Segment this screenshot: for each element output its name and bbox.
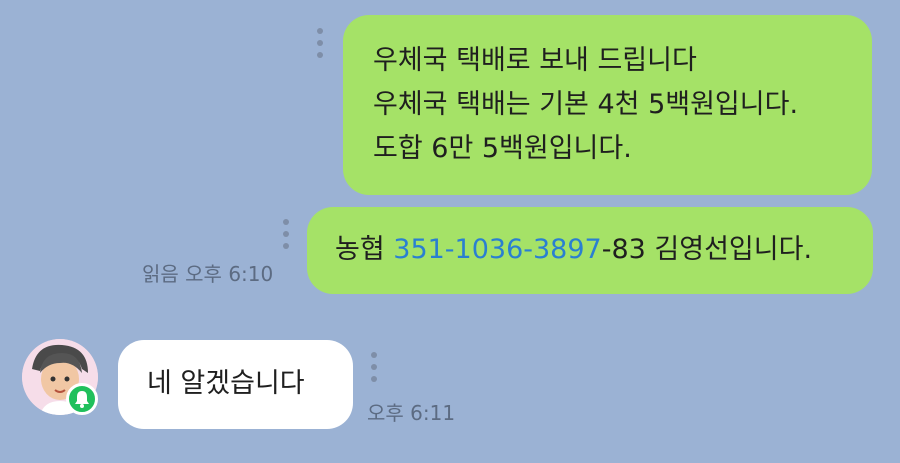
message-options-icon[interactable]	[316, 28, 324, 58]
message-text: -83 김영선입니다.	[601, 234, 813, 265]
bell-icon	[66, 383, 98, 415]
message-line: 우체국 택배는 기본 4천 5백원입니다.	[373, 89, 799, 120]
sent-message-bubble[interactable]: 농협 351-1036-3897-83 김영선입니다.	[307, 207, 873, 294]
message-text: 농협	[335, 234, 394, 265]
message-text: 네 알겠습니다	[147, 368, 305, 399]
message-line: 우체국 택배로 보내 드립니다	[373, 45, 697, 76]
message-options-icon[interactable]	[282, 219, 290, 249]
message-line: 도합 6만 5백원입니다.	[373, 133, 632, 164]
received-message-bubble[interactable]: 네 알겠습니다	[118, 340, 353, 429]
account-number-link[interactable]: 351-1036-3897	[393, 234, 601, 265]
read-status-timestamp: 읽음 오후 6:10	[142, 262, 274, 286]
sent-message-bubble[interactable]: 우체국 택배로 보내 드립니다 우체국 택배는 기본 4천 5백원입니다. 도합…	[343, 15, 872, 195]
message-options-icon[interactable]	[370, 352, 378, 382]
message-timestamp: 오후 6:11	[367, 401, 456, 425]
